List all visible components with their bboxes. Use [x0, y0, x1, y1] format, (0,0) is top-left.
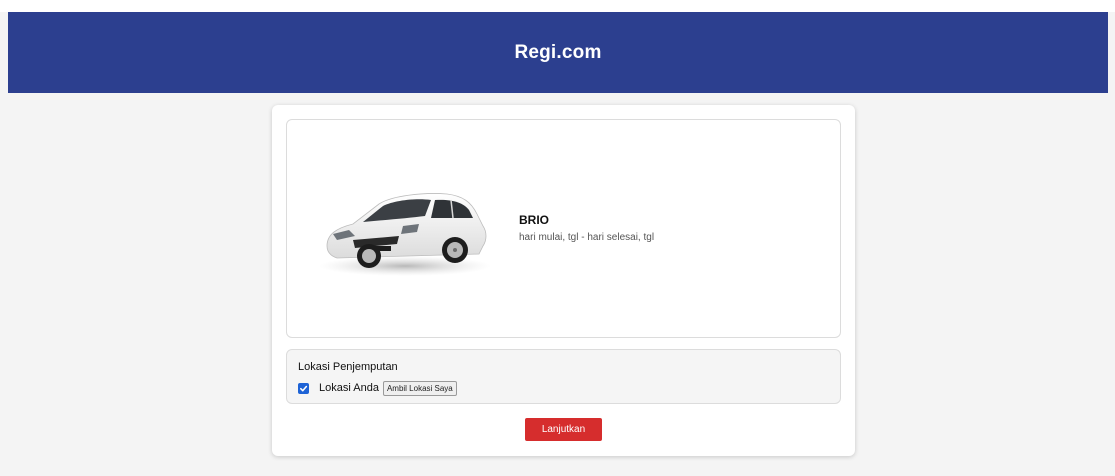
pickup-location-row: Lokasi Anda Ambil Lokasi Saya [298, 380, 457, 396]
booking-card: BRIO hari mulai, tgl - hari selesai, tgl… [272, 105, 855, 456]
top-strip [0, 0, 1115, 12]
rental-dates: hari mulai, tgl - hari selesai, tgl [519, 232, 655, 243]
get-my-location-button[interactable]: Ambil Lokasi Saya [382, 380, 457, 396]
continue-button[interactable]: Lanjutkan [525, 418, 602, 441]
brand-title[interactable]: Regi.com [514, 42, 601, 64]
your-location-checkbox[interactable] [298, 382, 309, 394]
vehicle-panel: BRIO hari mulai, tgl - hari selesai, tgl [286, 119, 841, 338]
site-header: Regi.com [8, 12, 1108, 93]
car-image [319, 193, 491, 276]
pickup-location-title: Lokasi Penjemputan [298, 361, 398, 373]
pickup-location-panel: Lokasi Penjemputan Lokasi Anda Ambil Lok… [286, 349, 841, 404]
your-location-label[interactable]: Lokasi Anda [319, 382, 379, 394]
vehicle-name: BRIO [519, 213, 549, 227]
checkmark-icon [300, 385, 308, 391]
